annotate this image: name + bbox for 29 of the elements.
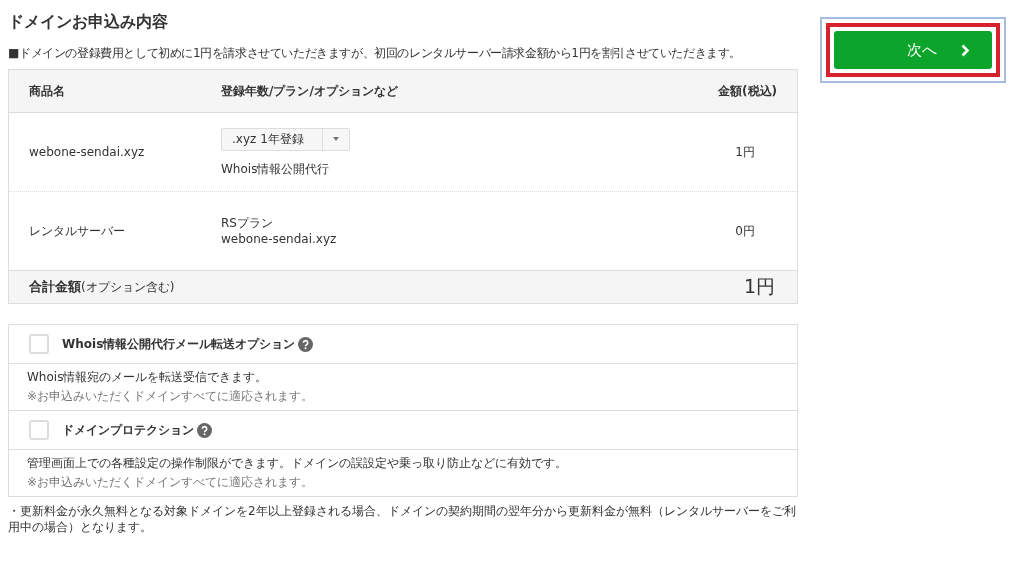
column-header: 金額(税込) [717,82,777,100]
option-note: ※お申込みいただくドメインすべてに適応されます。 [27,474,315,491]
table-cell: Whois情報公開代行 [221,160,330,177]
column-header: 登録年数/プラン/オプションなど [221,82,399,100]
chevron-right-icon [961,43,970,57]
table-cell-text: RSプラン [221,215,274,231]
checkbox[interactable] [29,334,49,354]
total-note: (オプション含む) [81,278,176,296]
total-label: 合計金額 [29,278,81,296]
table-cell: webone-sendai.xyz [221,231,337,247]
total-amount: 1円 [743,274,775,299]
caret-icon [333,137,339,141]
option-note: ※お申込みいただくドメインすべてに適応されます。 [27,388,315,405]
table-cell-text: webone-sendai.xyz [29,145,146,159]
section-title: ドメインお申込み内容 [8,12,169,33]
help-icon[interactable] [197,422,212,438]
option-label: Whois情報公開代行メール転送オプション [62,335,296,353]
option-label: ドメインプロテクション [62,421,194,439]
footnote-text: ・更新料金が永久無料となる対象ドメインを2年以上登録される場合、ドメインの契約期間の翌年分から更新料金が無料（レンタルサーバーをご利用中の場合）となります。 [8,503,797,535]
notice-text: ■ドメインの登録費用として初めに1円を請求させていただきますが、初回のレンタルサーバー請求金額から1円を割引させていただきます。 [8,45,742,62]
help-icon[interactable] [298,336,314,352]
checkbox[interactable] [29,420,49,440]
table-cell-text: レンタルサーバー [29,222,126,240]
column-header: 商品名 [29,82,66,100]
table-cell-text: 1円 [734,143,756,161]
table-cell-text: 0円 [734,222,756,240]
option-description: Whois情報宛のメールを転送受信できます。 [27,369,269,386]
year-dropdown[interactable]: .xyz 1年登録 [221,127,350,151]
option-description: 管理画面上での各種設定の操作制限ができます。ドメインの誤設定や乗っ取り防止などに有効です。 [27,455,568,472]
